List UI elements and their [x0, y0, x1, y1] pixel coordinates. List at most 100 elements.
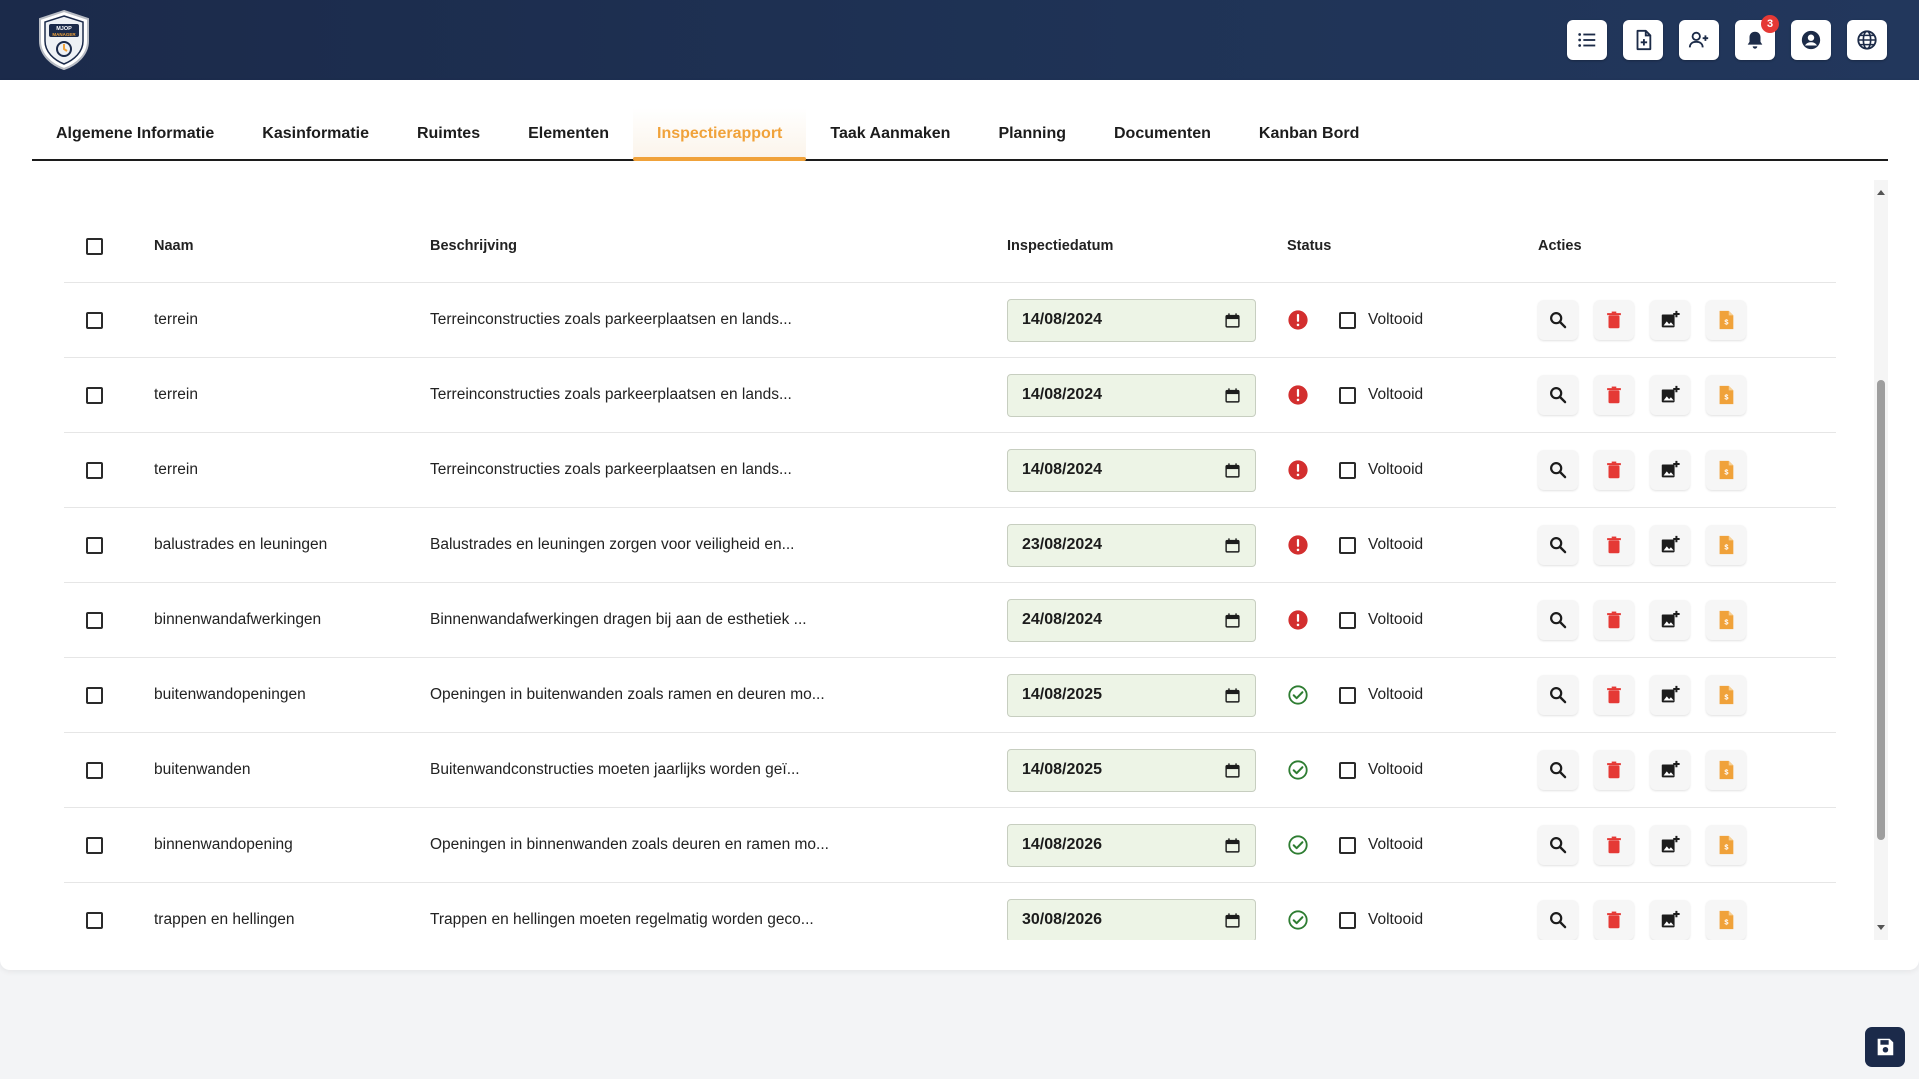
row-name: balustrades en leuningen: [154, 536, 328, 553]
pdf-report-button[interactable]: $: [1706, 675, 1746, 715]
row-select-checkbox[interactable]: [86, 611, 103, 629]
add-photo-button[interactable]: [1650, 900, 1690, 940]
pdf-report-button[interactable]: $: [1706, 525, 1746, 565]
pdf-report-button[interactable]: $: [1706, 300, 1746, 340]
view-button[interactable]: [1538, 600, 1578, 640]
tab-elementen[interactable]: Elementen: [504, 108, 633, 159]
delete-button[interactable]: [1594, 825, 1634, 865]
inspection-date-input[interactable]: 14/08/2024: [1007, 373, 1256, 417]
delete-button[interactable]: [1594, 675, 1634, 715]
row-select-checkbox[interactable]: [86, 386, 103, 404]
add-photo-button[interactable]: [1650, 600, 1690, 640]
svg-text:$: $: [1724, 393, 1728, 402]
completed-checkbox[interactable]: [1339, 386, 1356, 404]
inspection-date-input[interactable]: 30/08/2026: [1007, 898, 1256, 940]
scroll-thumb[interactable]: [1877, 380, 1885, 840]
completed-label: Voltooid: [1368, 386, 1424, 403]
select-all-checkbox[interactable]: [86, 237, 103, 255]
delete-button[interactable]: [1594, 750, 1634, 790]
inspection-date-input[interactable]: 14/08/2025: [1007, 673, 1256, 717]
completed-checkbox[interactable]: [1339, 686, 1356, 704]
add-photo-button[interactable]: [1650, 450, 1690, 490]
inspection-date-input[interactable]: 14/08/2026: [1007, 823, 1256, 867]
delete-button[interactable]: [1594, 900, 1634, 940]
view-button[interactable]: [1538, 450, 1578, 490]
scroll-up-arrow[interactable]: [1877, 190, 1885, 195]
row-select-checkbox[interactable]: [86, 836, 103, 854]
notifications-button[interactable]: 3: [1735, 15, 1779, 60]
add-photo-button[interactable]: [1650, 825, 1690, 865]
pdf-report-button[interactable]: $: [1706, 825, 1746, 865]
svg-text:$: $: [1724, 543, 1728, 552]
inspection-date-input[interactable]: 14/08/2024: [1007, 448, 1256, 492]
pdf-report-button[interactable]: $: [1706, 900, 1746, 940]
add-document-button[interactable]: [1623, 20, 1663, 60]
app-logo[interactable]: MJOP MANAGER: [36, 9, 92, 71]
delete-button[interactable]: [1594, 600, 1634, 640]
save-button[interactable]: [1865, 1027, 1905, 1067]
tab-bar: Algemene Informatie Kasinformatie Ruimtes E…: [32, 108, 1888, 161]
completed-checkbox[interactable]: [1339, 911, 1356, 929]
delete-button[interactable]: [1594, 375, 1634, 415]
row-select-checkbox[interactable]: [86, 911, 103, 929]
view-button[interactable]: [1538, 375, 1578, 415]
tab-algemene-informatie[interactable]: Algemene Informatie: [32, 108, 238, 159]
inspection-table-scroll[interactable]: Naam Beschrijving Inspectiedatum Status …: [32, 180, 1888, 940]
trash-icon: [1607, 386, 1621, 404]
language-button[interactable]: [1847, 20, 1887, 60]
completed-checkbox[interactable]: [1339, 761, 1356, 779]
add-photo-button[interactable]: [1650, 375, 1690, 415]
tab-documenten[interactable]: Documenten: [1090, 108, 1235, 159]
completed-checkbox[interactable]: [1339, 611, 1356, 629]
pdf-report-button[interactable]: $: [1706, 750, 1746, 790]
row-select-checkbox[interactable]: [86, 761, 103, 779]
tab-ruimtes[interactable]: Ruimtes: [393, 108, 504, 159]
search-icon: [1550, 612, 1567, 629]
view-button[interactable]: [1538, 675, 1578, 715]
row-select-checkbox[interactable]: [86, 461, 103, 479]
trash-icon: [1607, 761, 1621, 779]
add-photo-button[interactable]: [1650, 300, 1690, 340]
completed-checkbox[interactable]: [1339, 311, 1356, 329]
row-name: binnenwandopening: [154, 836, 293, 853]
delete-button[interactable]: [1594, 525, 1634, 565]
scroll-down-arrow[interactable]: [1877, 925, 1885, 930]
tab-inspectierapport[interactable]: Inspectierapport: [633, 108, 807, 161]
calendar-icon: [1225, 762, 1240, 778]
date-value: 14/08/2025: [1022, 761, 1103, 778]
completed-checkbox[interactable]: [1339, 536, 1356, 554]
pdf-report-button[interactable]: $: [1706, 375, 1746, 415]
view-button[interactable]: [1538, 900, 1578, 940]
search-icon: [1550, 912, 1567, 929]
view-button[interactable]: [1538, 825, 1578, 865]
vertical-scrollbar[interactable]: [1874, 180, 1888, 940]
list-button[interactable]: [1567, 20, 1607, 60]
row-select-checkbox[interactable]: [86, 686, 103, 704]
view-button[interactable]: [1538, 525, 1578, 565]
delete-button[interactable]: [1594, 300, 1634, 340]
inspection-date-input[interactable]: 23/08/2024: [1007, 523, 1256, 567]
view-button[interactable]: [1538, 300, 1578, 340]
pdf-report-button[interactable]: $: [1706, 600, 1746, 640]
tab-kasinformatie[interactable]: Kasinformatie: [238, 108, 393, 159]
tab-taak-aanmaken[interactable]: Taak Aanmaken: [806, 108, 974, 159]
account-button[interactable]: [1791, 20, 1831, 60]
row-select-checkbox[interactable]: [86, 311, 103, 329]
add-photo-button[interactable]: [1650, 675, 1690, 715]
completed-label: Voltooid: [1368, 311, 1424, 328]
completed-checkbox[interactable]: [1339, 836, 1356, 854]
add-photo-button[interactable]: [1650, 750, 1690, 790]
inspection-date-input[interactable]: 14/08/2025: [1007, 748, 1256, 792]
tab-kanban-bord[interactable]: Kanban Bord: [1235, 108, 1383, 159]
row-select-checkbox[interactable]: [86, 536, 103, 554]
add-user-button[interactable]: [1679, 20, 1719, 60]
pdf-report-button[interactable]: $: [1706, 450, 1746, 490]
tab-planning[interactable]: Planning: [974, 108, 1090, 159]
delete-button[interactable]: [1594, 450, 1634, 490]
view-button[interactable]: [1538, 750, 1578, 790]
add-photo-button[interactable]: [1650, 525, 1690, 565]
inspection-date-input[interactable]: 24/08/2024: [1007, 598, 1256, 642]
inspection-date-input[interactable]: 14/08/2024: [1007, 298, 1256, 342]
trash-icon: [1607, 611, 1621, 629]
completed-checkbox[interactable]: [1339, 461, 1356, 479]
